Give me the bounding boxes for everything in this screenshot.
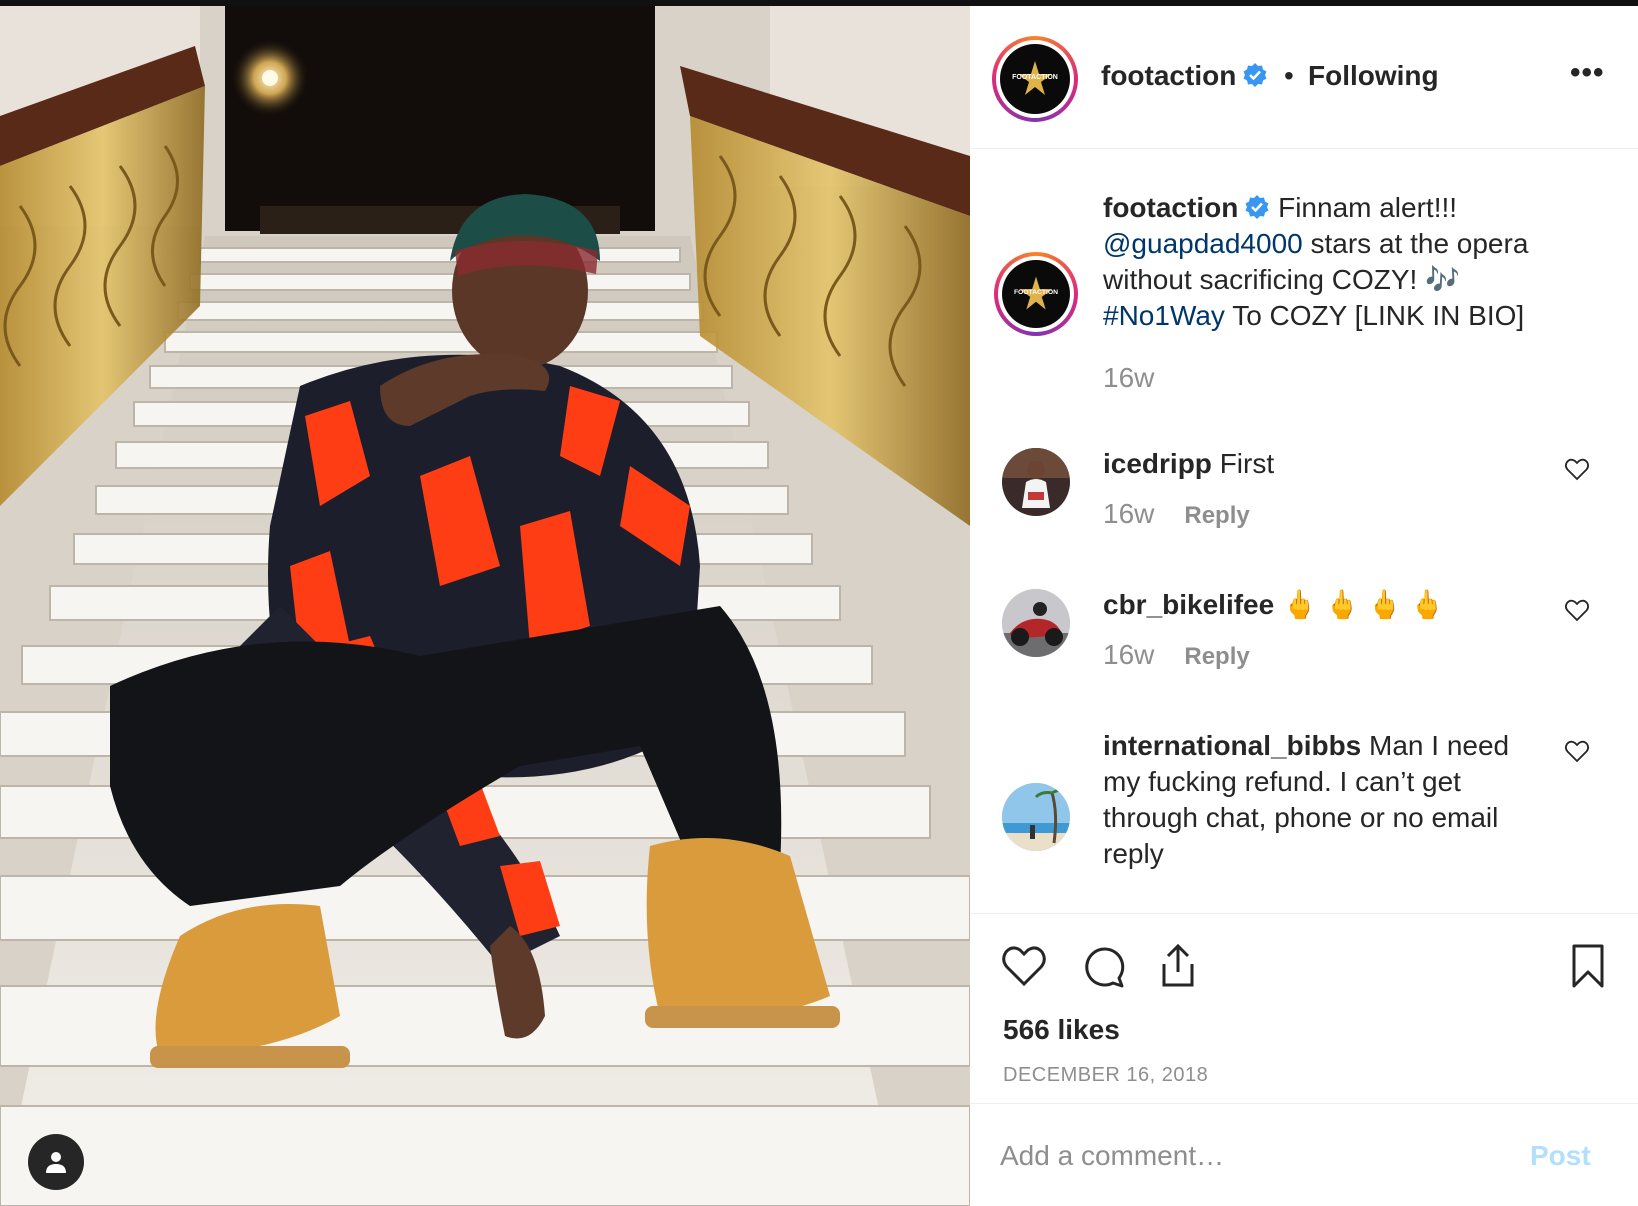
- comment-username[interactable]: icedripp: [1103, 448, 1212, 479]
- comment-body: First: [1219, 448, 1275, 479]
- caption-mention[interactable]: @guapdad4000: [1103, 228, 1303, 259]
- reply-button[interactable]: Reply: [1184, 502, 1249, 529]
- comment-age[interactable]: 16w: [1103, 498, 1154, 529]
- comment-avatar[interactable]: [1002, 448, 1070, 516]
- post-comment-button[interactable]: Post: [1530, 1140, 1591, 1172]
- comment-text: icedripp First: [1103, 446, 1553, 482]
- heart-icon[interactable]: [1564, 597, 1590, 623]
- comment-meta: 16w Reply: [1103, 639, 1250, 671]
- comment-body: 🖕 🖕 🖕 🖕: [1281, 589, 1445, 620]
- caption-username[interactable]: footaction: [1103, 192, 1238, 223]
- comment-text: cbr_bikelifee 🖕 🖕 🖕 🖕: [1103, 587, 1553, 623]
- comment-avatar[interactable]: [1002, 783, 1070, 851]
- comment-avatar[interactable]: [1002, 589, 1070, 657]
- more-options-icon[interactable]: •••: [1570, 56, 1605, 90]
- comment-username[interactable]: cbr_bikelifee: [1103, 589, 1274, 620]
- caption-text: footaction Finnam alert!!! @guapdad4000 …: [1103, 190, 1573, 334]
- comment-input[interactable]: [1000, 1134, 1500, 1178]
- header-separator: •: [1284, 60, 1294, 91]
- caption-text-1: Finnam alert!!!: [1278, 192, 1458, 223]
- post-side-panel: FOOTACTION footaction • Following ••• FO…: [970, 6, 1638, 1206]
- following-button[interactable]: Following: [1308, 60, 1439, 92]
- svg-text:FOOTACTION: FOOTACTION: [1012, 74, 1058, 81]
- heart-icon[interactable]: [1564, 738, 1590, 764]
- share-icon[interactable]: [1154, 942, 1202, 990]
- header-username[interactable]: footaction: [1101, 60, 1268, 92]
- comment-username[interactable]: international_bibbs: [1103, 730, 1361, 761]
- footaction-logo: FOOTACTION: [1000, 44, 1070, 114]
- heart-icon[interactable]: [1564, 456, 1590, 482]
- caption-hashtag[interactable]: #No1Way: [1103, 300, 1225, 331]
- user-tag-button[interactable]: [28, 1134, 84, 1190]
- caption-avatar[interactable]: FOOTACTION: [994, 252, 1078, 336]
- post-header: FOOTACTION footaction • Following •••: [970, 6, 1638, 149]
- header-avatar[interactable]: FOOTACTION: [992, 36, 1078, 122]
- verified-icon: [1245, 195, 1269, 219]
- comments-list[interactable]: FOOTACTION footaction Finnam alert!!! @g…: [970, 150, 1638, 913]
- footaction-logo: FOOTACTION: [1002, 260, 1070, 328]
- likes-count[interactable]: 566 likes: [1003, 1014, 1120, 1046]
- post-photo-illustration: [0, 6, 970, 1206]
- post-actions: 566 likes DECEMBER 16, 2018: [970, 913, 1638, 1103]
- post-image[interactable]: [0, 6, 970, 1206]
- caption-age[interactable]: 16w: [1103, 362, 1154, 394]
- comment-meta: 16w Reply: [1103, 498, 1250, 530]
- reply-button[interactable]: Reply: [1184, 643, 1249, 670]
- heart-icon[interactable]: [1000, 942, 1048, 990]
- add-comment-bar: Post: [970, 1103, 1638, 1206]
- post-date[interactable]: DECEMBER 16, 2018: [1003, 1064, 1208, 1087]
- comment-icon[interactable]: [1078, 942, 1126, 990]
- svg-text:FOOTACTION: FOOTACTION: [1014, 289, 1058, 296]
- comment-age[interactable]: 16w: [1103, 639, 1154, 670]
- comment-text: international_bibbs Man I need my fuckin…: [1103, 728, 1533, 872]
- verified-icon: [1243, 63, 1267, 87]
- user-tag-icon: [46, 1152, 66, 1173]
- caption-text-3: To COZY [LINK IN BIO]: [1232, 300, 1525, 331]
- bookmark-icon[interactable]: [1564, 942, 1612, 990]
